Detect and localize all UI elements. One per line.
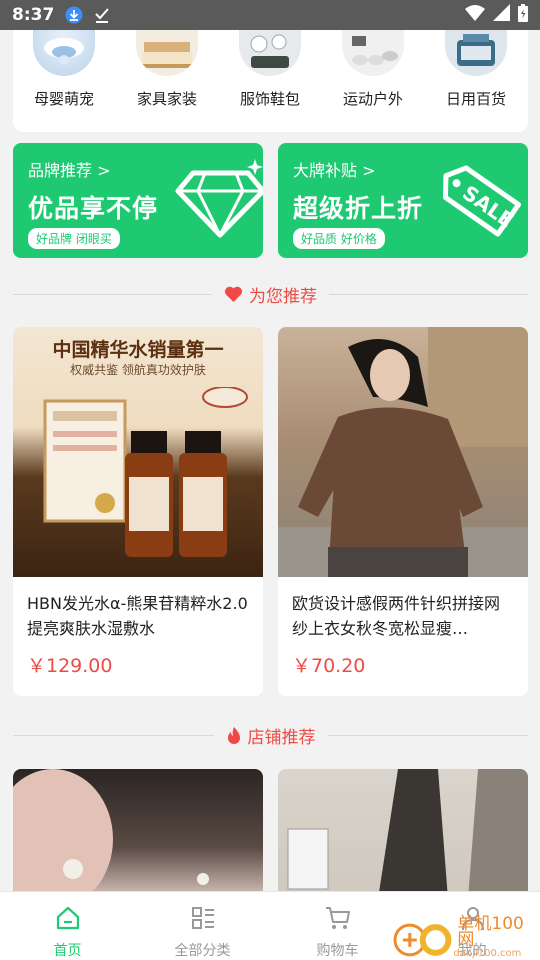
serum-bottles-illustration xyxy=(43,387,248,557)
category-card: 母婴萌宠 家具家装 服饰鞋包 运动户外 日用百货 xyxy=(13,30,528,132)
battery-icon xyxy=(518,3,528,27)
promo-headline: 优品享不停 xyxy=(28,194,159,223)
shop-section-divider: 店铺推荐 xyxy=(13,723,528,748)
category-item[interactable]: 运动户外 xyxy=(323,30,423,109)
category-label: 运动户外 xyxy=(342,90,403,108)
cart-icon xyxy=(325,907,350,929)
promo-tag: 好品牌 闭眼买 xyxy=(28,228,120,249)
earring-illustration xyxy=(13,769,209,899)
status-bar: 8:37 xyxy=(0,0,540,30)
tab-home[interactable]: 首页 xyxy=(0,892,135,960)
watermark-logo-icon xyxy=(393,923,452,956)
wifi-icon xyxy=(465,4,485,26)
download-icon xyxy=(64,5,84,25)
site-watermark: 单机100网 danji100.com xyxy=(392,915,540,960)
big-brand-subsidy-banner[interactable]: 大牌补贴 > 超级折上折 好品质 好价格 SALE xyxy=(278,143,528,258)
category-label: 日用百货 xyxy=(445,90,506,108)
diamond-icon xyxy=(175,159,263,239)
section-title: 店铺推荐 xyxy=(247,727,316,748)
product-card[interactable]: 欧货设计感假两件针织拼接网纱上衣女秋冬宽松显瘦… ￥70.20 xyxy=(278,327,528,696)
category-list-icon xyxy=(191,907,214,929)
sale-tag-icon: SALE xyxy=(442,165,522,237)
product-card[interactable]: 中国精华水销量第一 权威共鉴 领航真功效护肤 HBN发光水α-熊果苷精粹水2.0… xyxy=(13,327,263,696)
watermark-text: 单机100网 xyxy=(457,914,524,950)
promo-title: 品牌推荐 > xyxy=(28,161,111,180)
product-banner-title: 中国精华水销量第一 xyxy=(52,339,224,361)
category-item[interactable]: 母婴萌宠 xyxy=(14,30,114,109)
category-label: 服饰鞋包 xyxy=(239,90,300,108)
section-title: 为您推荐 xyxy=(249,286,317,307)
product-banner-subtitle: 权威共鉴 领航真功效护肤 xyxy=(70,363,206,377)
promo-headline: 超级折上折 xyxy=(293,194,424,223)
shop-image xyxy=(278,769,528,899)
tab-label: 全部分类 xyxy=(174,943,231,959)
product-price: ￥70.20 xyxy=(292,655,366,677)
model-illustration xyxy=(278,327,528,577)
category-label: 家具家装 xyxy=(136,90,197,108)
tab-label: 首页 xyxy=(53,943,82,959)
fire-icon xyxy=(227,726,240,744)
category-item[interactable]: 服饰鞋包 xyxy=(220,30,320,109)
signal-icon xyxy=(493,4,510,26)
tab-cart[interactable]: 购物车 xyxy=(270,892,405,960)
heart-icon xyxy=(224,286,243,302)
category-label: 母婴萌宠 xyxy=(33,90,94,108)
home-icon xyxy=(56,906,79,930)
promo-tag: 好品质 好价格 xyxy=(293,228,385,249)
category-image xyxy=(445,30,507,76)
category-image xyxy=(239,30,301,76)
bag-illustration xyxy=(287,769,528,899)
product-name: 欧货设计感假两件针织拼接网纱上衣女秋冬宽松显瘦… xyxy=(292,594,501,638)
status-time: 8:37 xyxy=(12,5,55,25)
shop-image xyxy=(13,769,263,899)
category-image xyxy=(342,30,404,76)
shop-card[interactable] xyxy=(278,769,528,899)
promo-title: 大牌补贴 > xyxy=(293,161,376,180)
product-price: ￥129.00 xyxy=(27,655,113,677)
recommend-section-divider: 为您推荐 xyxy=(13,282,528,307)
category-image xyxy=(33,30,95,76)
product-image: 中国精华水销量第一 权威共鉴 领航真功效护肤 xyxy=(13,327,263,577)
tab-all-categories[interactable]: 全部分类 xyxy=(135,892,270,960)
category-item[interactable]: 日用百货 xyxy=(426,30,526,109)
category-item[interactable]: 家具家装 xyxy=(117,30,217,109)
shop-card[interactable] xyxy=(13,769,263,899)
product-name: HBN发光水α-熊果苷精粹水2.0提亮爽肤水湿敷水 xyxy=(27,594,248,638)
watermark-subtext: danji100.com xyxy=(453,948,522,959)
brand-recommend-banner[interactable]: 品牌推荐 > 优品享不停 好品牌 闭眼买 xyxy=(13,143,263,258)
product-image xyxy=(278,327,528,577)
download-done-icon xyxy=(92,5,112,25)
tab-label: 购物车 xyxy=(316,943,359,959)
category-image xyxy=(136,30,198,76)
